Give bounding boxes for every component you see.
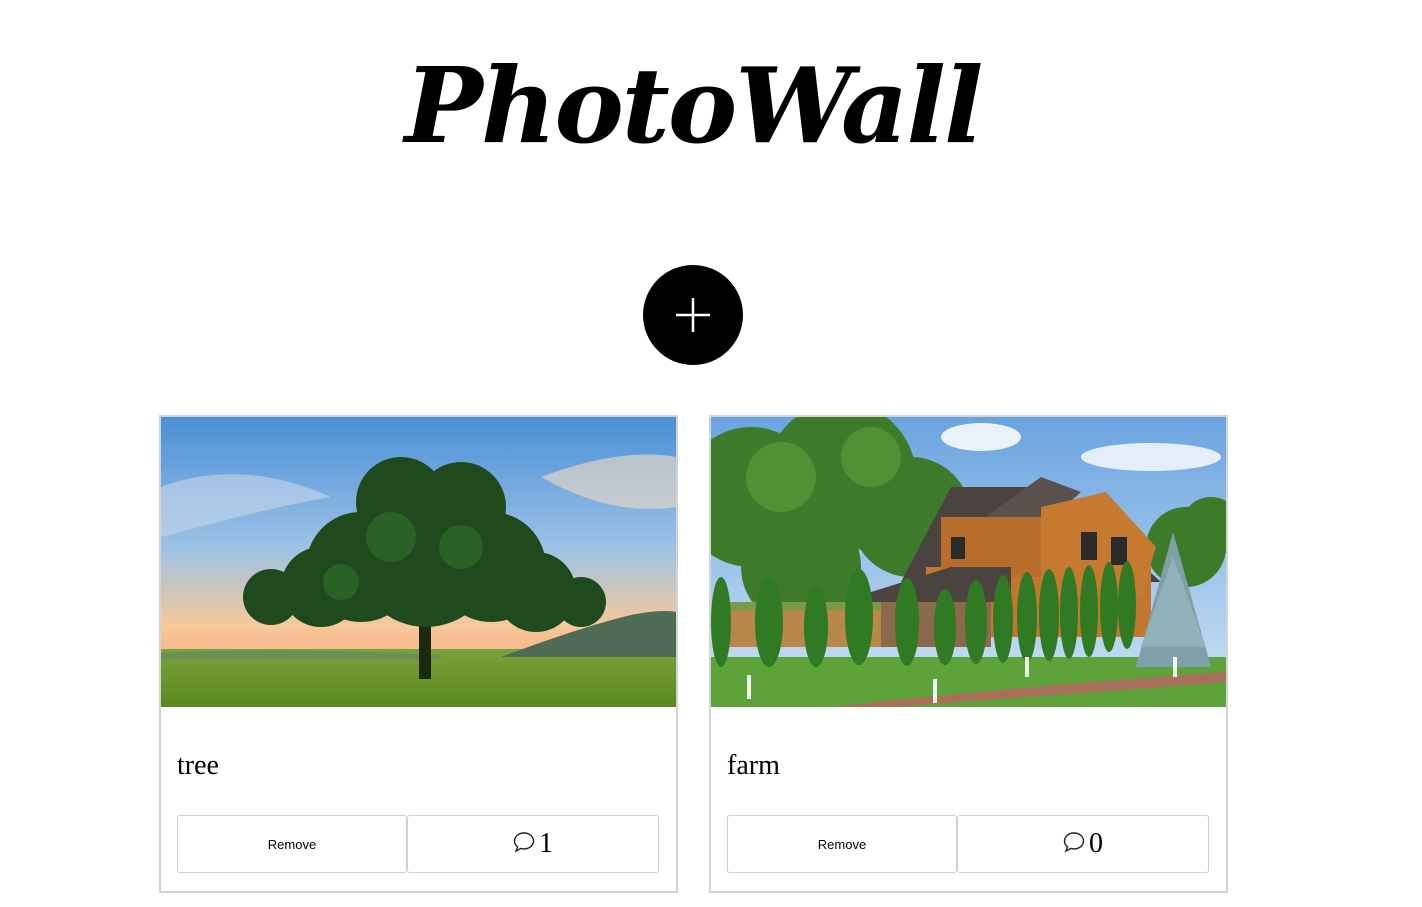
comment-bubble-icon xyxy=(513,832,535,853)
photo-caption: tree xyxy=(177,750,219,781)
photo-image-farm[interactable] xyxy=(711,417,1226,707)
plus-icon xyxy=(676,298,710,332)
app-title: PhotoWall xyxy=(404,44,984,167)
add-photo-button[interactable] xyxy=(643,265,743,365)
comments-button[interactable]: 0 xyxy=(957,815,1209,873)
photo-card: farm Remove 0 xyxy=(709,415,1228,893)
photo-image-tree[interactable] xyxy=(161,417,676,707)
comment-count: 0 xyxy=(1089,828,1103,859)
comment-count: 1 xyxy=(539,828,553,859)
comment-bubble-icon xyxy=(1063,832,1085,853)
remove-button[interactable]: Remove xyxy=(727,815,957,873)
remove-button[interactable]: Remove xyxy=(177,815,407,873)
comments-button[interactable]: 1 xyxy=(407,815,659,873)
photo-caption: farm xyxy=(727,750,780,781)
photo-card: tree Remove 1 xyxy=(159,415,678,893)
